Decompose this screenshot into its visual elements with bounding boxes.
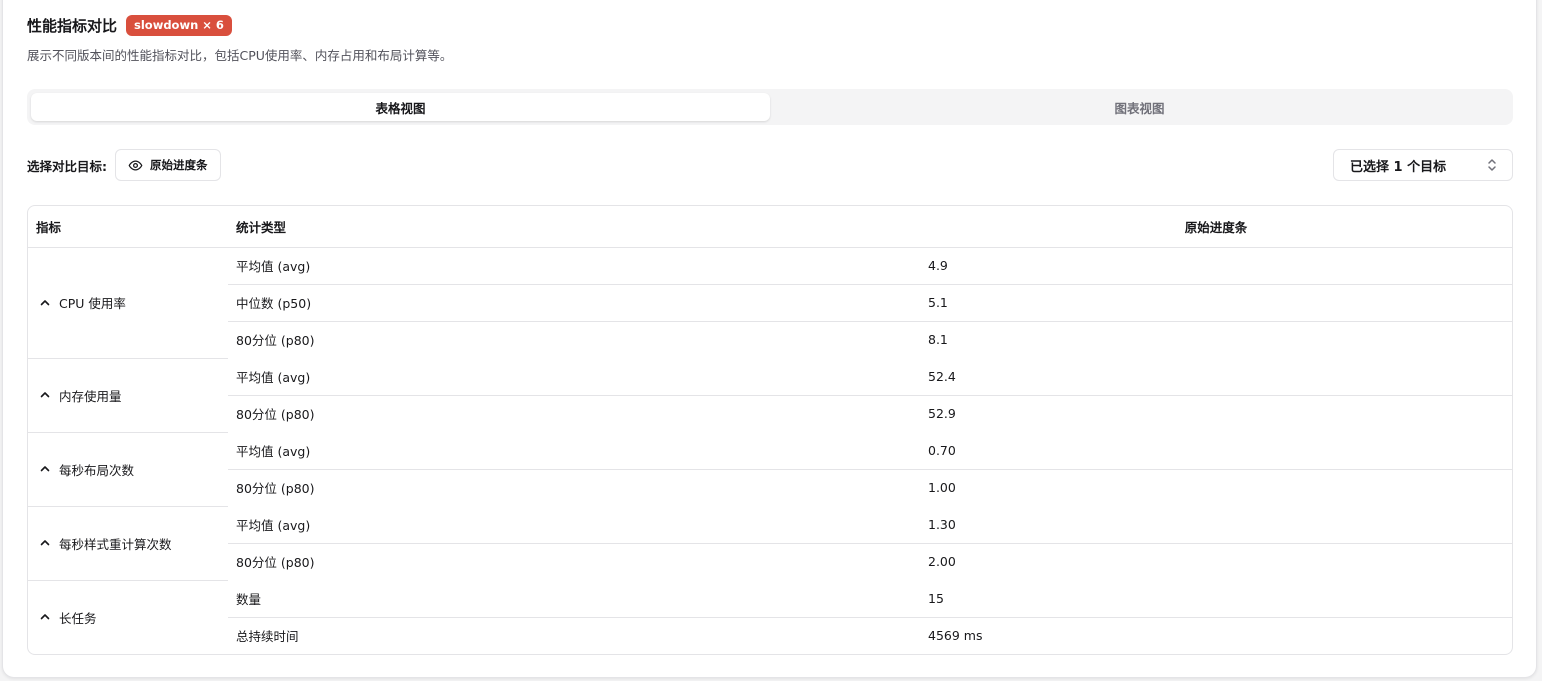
chevron-up-icon (39, 389, 51, 401)
value-cell: 2.00 (928, 554, 956, 570)
metric-group: 每秒样式重计算次数 平均值 (avg) 1.30 80分位 (p80) 2.00 (28, 506, 1512, 581)
column-header-metric: 指标 (28, 206, 228, 248)
metrics-table: 指标 统计类型 原始进度条 CPU 使用率 平均值 (avg) 4.9 中位数 (p5… (28, 206, 1512, 654)
page-description: 展示不同版本间的性能指标对比，包括CPU使用率、内存占用和布局计算等。 (27, 48, 453, 63)
chevron-up-icon (39, 611, 51, 623)
stat-type-cell: 80分位 (p80) (236, 407, 315, 423)
stat-type-cell: 数量 (228, 580, 920, 618)
chevron-up-down-icon (1486, 158, 1498, 172)
value-cell: 0.70 (920, 432, 1512, 470)
value-cell: 4569 ms (928, 628, 983, 644)
stat-type-cell: 平均值 (avg) (228, 432, 920, 470)
metric-group: 长任务 数量 15 总持续时间 4569 ms (28, 580, 1512, 654)
value-cell: 5.1 (920, 284, 1512, 322)
stat-type-cell: 80分位 (p80) (236, 333, 315, 349)
table-row: 中位数 (p50) 5.1 (28, 284, 1512, 322)
stat-type-cell: 平均值 (avg) (228, 247, 920, 285)
table-row: 80分位 (p80) 1.00 (28, 469, 1512, 506)
metric-group-cell[interactable]: 内存使用量 (28, 358, 228, 433)
table-row: 80分位 (p80) 2.00 (28, 543, 1512, 580)
metric-group-cell[interactable]: 长任务 (28, 580, 228, 654)
metric-group-toggle[interactable]: 内存使用量 (36, 386, 220, 405)
metric-group-cell[interactable]: 每秒布局次数 (28, 432, 228, 507)
target-selector-row: 选择对比目标: 原始进度条 已选择 1 个目标 (27, 149, 1513, 181)
stat-type-cell: 80分位 (p80) (236, 555, 315, 571)
value-cell: 52.4 (920, 358, 1512, 396)
metric-group: 每秒布局次数 平均值 (avg) 0.70 80分位 (p80) 1.00 (28, 432, 1512, 507)
stat-type-cell: 平均值 (avg) (228, 358, 920, 396)
value-cell: 52.9 (928, 406, 956, 422)
value-cell: 15 (920, 580, 1512, 618)
value-cell: 8.1 (928, 332, 948, 348)
table-header-row: 指标 统计类型 原始进度条 (28, 206, 1512, 248)
table-row: 80分位 (p80) 52.9 (28, 395, 1512, 432)
page-title: 性能指标对比 (27, 17, 118, 35)
table-row: 长任务 数量 15 (28, 580, 1512, 626)
metric-group: 内存使用量 平均值 (avg) 52.4 80分位 (p80) 52.9 (28, 358, 1512, 433)
metric-group: CPU 使用率 平均值 (avg) 4.9 中位数 (p50) 5.1 80分位 (p80… (28, 247, 1512, 359)
table-row: 每秒布局次数 平均值 (avg) 0.70 (28, 432, 1512, 507)
metrics-table-wrapper: 指标 统计类型 原始进度条 CPU 使用率 平均值 (avg) 4.9 中位数 (p5… (27, 205, 1513, 655)
metric-group-toggle[interactable]: 长任务 (36, 608, 220, 627)
chevron-up-icon (39, 537, 51, 549)
metric-group-toggle[interactable]: 每秒布局次数 (36, 460, 220, 479)
metric-name: 长任务 (59, 610, 97, 626)
chevron-up-icon (39, 463, 51, 475)
view-tabs: 表格视图 图表视图 (27, 89, 1513, 125)
table-row: 内存使用量 平均值 (avg) 52.4 (28, 358, 1512, 433)
stat-type-cell: 80分位 (p80) (236, 481, 315, 497)
target-chip-original-progress[interactable]: 原始进度条 (115, 149, 221, 181)
title-row: 性能指标对比 slowdown × 6 (27, 15, 232, 36)
stat-type-cell: 总持续时间 (236, 629, 299, 645)
stat-type-cell: 中位数 (p50) (228, 284, 920, 322)
table-row: 总持续时间 4569 ms (28, 617, 1512, 654)
table-row: CPU 使用率 平均值 (avg) 4.9 (28, 247, 1512, 359)
metric-name: CPU 使用率 (59, 296, 126, 311)
value-cell: 1.00 (928, 480, 956, 496)
target-left: 选择对比目标: 原始进度条 (27, 149, 221, 181)
target-label: 选择对比目标: (27, 158, 107, 174)
metric-name: 每秒样式重计算次数 (59, 536, 172, 552)
tab-table-view[interactable]: 表格视图 (31, 93, 770, 121)
target-select-value: 已选择 1 个目标 (1350, 159, 1447, 175)
metric-group-toggle[interactable]: CPU 使用率 (36, 293, 220, 312)
metrics-card: 性能指标对比 slowdown × 6 展示不同版本间的性能指标对比，包括CPU… (2, 0, 1537, 678)
table-row: 80分位 (p80) 8.1 (28, 321, 1512, 358)
chevron-up-icon (39, 297, 51, 309)
metric-group-cell[interactable]: 每秒样式重计算次数 (28, 506, 228, 581)
table-row: 每秒样式重计算次数 平均值 (avg) 1.30 (28, 506, 1512, 581)
eye-icon (128, 158, 143, 173)
metric-group-toggle[interactable]: 每秒样式重计算次数 (36, 534, 220, 553)
metric-name: 内存使用量 (59, 388, 122, 404)
stat-type-cell: 平均值 (avg) (228, 506, 920, 544)
column-header-original-progress: 原始进度条 (920, 206, 1512, 248)
tab-chart-view[interactable]: 图表视图 (770, 93, 1509, 121)
metric-name: 每秒布局次数 (59, 462, 135, 478)
slowdown-badge: slowdown × 6 (126, 15, 232, 36)
target-chip-label: 原始进度条 (150, 158, 208, 172)
value-cell: 4.9 (920, 247, 1512, 285)
value-cell: 1.30 (920, 506, 1512, 544)
metric-group-cell[interactable]: CPU 使用率 (28, 247, 228, 359)
target-select[interactable]: 已选择 1 个目标 (1333, 149, 1513, 181)
column-header-stat-type: 统计类型 (228, 206, 920, 248)
